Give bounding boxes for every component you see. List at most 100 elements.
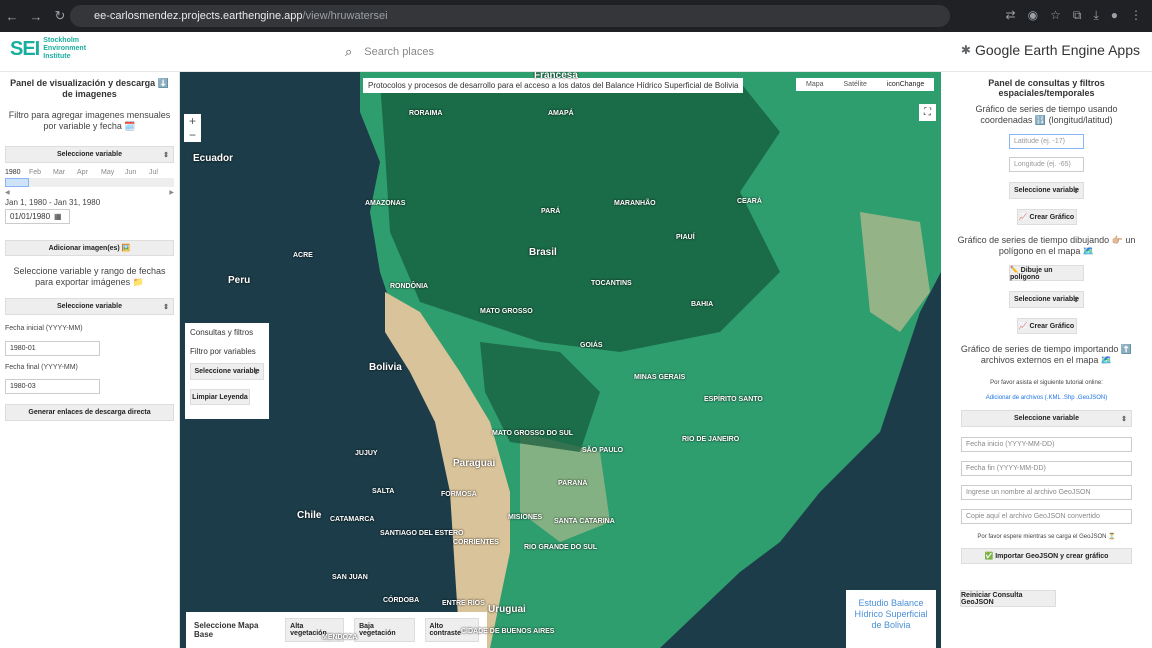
fullscreen-icon[interactable]: ⛶	[919, 104, 936, 121]
map-place-label: Ecuador	[193, 153, 234, 164]
crear-grafico-button-2[interactable]: 📈 Crear Gráfico	[1016, 318, 1077, 334]
map-place-label: ACRE	[293, 252, 313, 259]
url-path: /view/hruwatersei	[302, 10, 388, 22]
end-date-label: Fecha final (YYYY-MM)	[5, 364, 78, 371]
timeline-label[interactable]: 1980	[5, 169, 29, 176]
map-place-label: CIDADE DE BUENOS AIRES	[461, 628, 555, 635]
coord-text: Gráfico de series de tiempo usando coord…	[975, 104, 1118, 125]
forward-icon[interactable]: →	[24, 9, 48, 24]
right-panel-title: Panel de consultas y filtros espaciales/…	[988, 78, 1105, 98]
zoom-in-button[interactable]: +	[189, 114, 196, 128]
map-place-label: Paraguai	[453, 458, 496, 469]
map-place-label: MINAS GERAIS	[634, 374, 686, 381]
zoom-out-button[interactable]: −	[189, 128, 196, 142]
extensions-icon[interactable]: ⧉	[1073, 8, 1082, 23]
date-picker[interactable]: 01/01/1980 ▦	[5, 209, 70, 224]
calendar-icon[interactable]: ▦	[54, 212, 62, 221]
search-input[interactable]: Search places	[364, 46, 434, 58]
map-place-label: PIAUÍ	[676, 234, 695, 241]
updown-icon: ⇕	[1073, 187, 1079, 195]
map-place-label: CEARÁ	[737, 198, 762, 205]
translate-icon[interactable]: ⇄	[1006, 8, 1016, 23]
geojson-name-field[interactable]: Ingrese un nombre al archivo GeoJSON	[961, 485, 1132, 500]
map-type-map-button[interactable]: Mapa	[796, 78, 834, 91]
url-domain: ee-carlosmendez.projects.earthengine.app	[94, 10, 303, 22]
map-place-label: SALTA	[372, 488, 395, 495]
scroll-right-icon[interactable]: ▶	[169, 189, 174, 196]
timeline-label[interactable]: Mar	[53, 169, 77, 176]
timeline-label[interactable]: May	[101, 169, 125, 176]
star-icon[interactable]: ☆	[1050, 8, 1061, 23]
variable-select-1[interactable]: Seleccione variable ⇕	[5, 146, 174, 163]
map-place-label: MATO GROSSO	[480, 308, 533, 315]
map-variable-select[interactable]: Seleccione variable ⇕	[190, 363, 264, 380]
variable-select-2[interactable]: Seleccione variable ⇕	[5, 298, 174, 315]
reset-geojson-button[interactable]: Reiniciar Consulta GeoJSON	[960, 590, 1056, 607]
map-canvas[interactable]: Protocolos y procesos de desarrollo para…	[180, 72, 941, 648]
map-place-label: Francesa	[534, 72, 578, 81]
logo-org-line: Stockholm	[43, 37, 80, 44]
filter-text: Filtro para agregar imagenes mensuales p…	[8, 110, 171, 131]
download-icon[interactable]: ⤓	[1093, 8, 1098, 23]
tutorial-text: Por favor asista el siguiente tutorial o…	[990, 380, 1103, 386]
scroll-left-icon[interactable]: ◀	[5, 189, 10, 196]
end-date-input[interactable]: 1980-03	[5, 379, 100, 394]
import-geojson-button[interactable]: ✅ Importar GeoJSON y crear gráfico	[961, 548, 1132, 564]
date-value: 01/01/1980	[10, 212, 51, 221]
base-map-low-veg-button[interactable]: Baja vegetación	[354, 618, 415, 642]
longitude-input[interactable]: Longitude (ej. -65)	[1009, 157, 1084, 172]
timeline-scroll[interactable]: ◀ ▶	[5, 189, 174, 196]
map-place-label: CÓRDOBA	[383, 597, 420, 604]
geojson-paste-field[interactable]: Copie aquí el archivo GeoJSON convertido	[961, 509, 1132, 524]
search-bar[interactable]: ⌕ Search places	[345, 40, 940, 64]
gee-brand: ✱ Google Earth Engine Apps	[961, 42, 1140, 58]
profile-icon[interactable]: ●	[1111, 8, 1118, 23]
start-date-field[interactable]: Fecha inicio (YYYY-MM-DD)	[961, 437, 1132, 452]
add-images-button[interactable]: Adicionar imagen(es) 🖼️	[5, 240, 174, 256]
map-place-label: SÃO PAULO	[582, 447, 624, 454]
timeline-track[interactable]	[5, 178, 174, 187]
reload-icon[interactable]: ↻	[48, 8, 72, 24]
date-timeline[interactable]: 1980 Feb Mar Apr May Jun Jul	[5, 169, 174, 176]
map-place-label: FORMOSA	[441, 491, 477, 498]
date-range: Jan 1, 1980 - Jan 31, 1980	[5, 198, 101, 207]
map-place-label: RIO GRANDE DO SUL	[524, 544, 598, 551]
address-bar[interactable]: ee-carlosmendez.projects.earthengine.app…	[70, 5, 950, 27]
timeline-label[interactable]: Apr	[77, 169, 101, 176]
map-place-label: RONDÔNIA	[390, 283, 429, 290]
polygon-variable-select[interactable]: Seleccione variable ⇕	[1009, 291, 1084, 308]
map-type-iconchange-button[interactable]: iconChange	[877, 78, 934, 91]
map-place-label: BAHIA	[691, 301, 714, 308]
import-variable-select[interactable]: Seleccione variable ⇕	[961, 410, 1132, 427]
limpiar-legend-button[interactable]: Limpiar Leyenda	[190, 389, 250, 405]
updown-icon: ⇕	[163, 151, 169, 159]
updown-icon: ⇕	[1073, 296, 1079, 304]
crear-grafico-button-1[interactable]: 📈 Crear Gráfico	[1016, 209, 1077, 225]
eye-icon[interactable]: ◉	[1028, 8, 1038, 23]
timeline-label[interactable]: Feb	[29, 169, 53, 176]
export-text: Seleccione variable y rango de fechas pa…	[13, 266, 166, 287]
map-place-label: SANTA CATARINA	[554, 518, 615, 525]
updown-icon: ⇕	[163, 303, 169, 311]
map-type-satellite-button[interactable]: Satélite	[834, 78, 877, 91]
timeline-label[interactable]: Jun	[125, 169, 149, 176]
timeline-selected	[5, 178, 29, 187]
coord-variable-select[interactable]: Seleccione variable ⇕	[1009, 182, 1084, 199]
draw-polygon-button[interactable]: ✏️ Dibuje un polígono	[1009, 265, 1084, 281]
updown-icon: ⇕	[253, 368, 259, 376]
end-date-field[interactable]: Fecha fin (YYYY-MM-DD)	[961, 461, 1132, 476]
select-label: Seleccione variable	[57, 303, 122, 310]
menu-icon[interactable]: ⋮	[1130, 8, 1142, 23]
latitude-input[interactable]: Latitude (ej. -17)	[1009, 134, 1084, 149]
start-date-input[interactable]: 1980-01	[5, 341, 100, 356]
timeline-label[interactable]: Jul	[149, 169, 173, 176]
search-icon: ⌕	[345, 44, 353, 59]
download-links-button[interactable]: Generar enlaces de descarga directa	[5, 404, 174, 421]
select-label: Seleccione variable	[57, 151, 122, 158]
zoom-control: + −	[184, 114, 201, 142]
updown-icon: ⇕	[1121, 415, 1127, 423]
map-place-label: AMAZONAS	[365, 200, 406, 207]
tutorial-link[interactable]: Adicionar de archivos (.KML .Shp .GeoJSO…	[949, 395, 1144, 401]
filters-panel: Consultas y filtros Filtro por variables…	[185, 323, 269, 419]
back-icon[interactable]: ←	[0, 9, 24, 24]
